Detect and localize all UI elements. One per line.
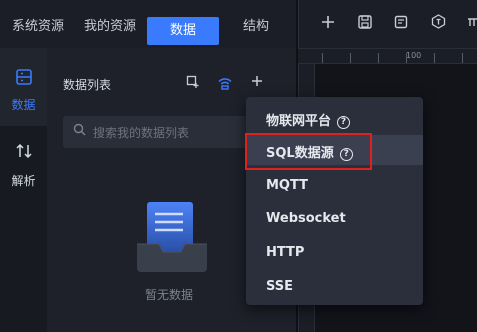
more-icon[interactable] <box>464 14 477 34</box>
sidebar-item-data[interactable]: 数据 <box>0 48 47 126</box>
menu-item-http[interactable]: HTTP <box>246 238 423 268</box>
menu-item-label: 物联网平台 <box>266 114 332 129</box>
help-icon[interactable]: ? <box>337 116 351 129</box>
tab-my-resources[interactable]: 我的资源 <box>84 15 136 35</box>
top-nav: 系统资源 我的资源 数据 结构 <box>0 0 296 48</box>
editor-toolbar <box>298 0 477 48</box>
plus-icon[interactable] <box>318 14 338 34</box>
menu-item-mqtt[interactable]: MQTT <box>246 171 423 201</box>
note-icon[interactable] <box>391 14 411 34</box>
save-icon[interactable] <box>355 14 375 34</box>
plus-icon[interactable] <box>249 75 265 91</box>
menu-item-iot-platform[interactable]: 物联网平台? <box>246 103 423 133</box>
highlight-box <box>245 133 372 170</box>
sidebar-item-label: 数据 <box>11 98 36 112</box>
data-source-menu: 物联网平台? SQL数据源? MQTT Websocket HTTP SSE <box>246 97 423 305</box>
tab-data[interactable]: 数据 <box>147 17 219 45</box>
empty-state-icon <box>135 200 209 274</box>
left-sidebar: 数据 解析 <box>0 48 47 332</box>
horizontal-ruler: 100 <box>298 48 477 64</box>
menu-item-label: SSE <box>266 279 294 294</box>
empty-state-text: 暂无数据 <box>145 288 194 302</box>
menu-item-sse[interactable]: SSE <box>246 272 423 302</box>
search-icon <box>73 123 86 140</box>
search-placeholder: 搜索我的数据列表 <box>93 126 190 140</box>
menu-item-websocket[interactable]: Websocket <box>246 204 423 234</box>
sidebar-item-label: 解析 <box>11 174 36 188</box>
sort-arrows-icon <box>0 142 47 166</box>
database-icon <box>0 68 47 92</box>
shape-icon[interactable] <box>428 14 448 34</box>
sidebar-item-parse[interactable]: 解析 <box>0 142 47 192</box>
ruler-label: 100 <box>406 51 422 60</box>
tab-system-resources[interactable]: 系统资源 <box>12 15 64 35</box>
menu-item-label: MQTT <box>266 178 309 193</box>
menu-item-label: Websocket <box>266 211 346 226</box>
panel-title: 数据列表 <box>63 78 112 92</box>
menu-item-label: HTTP <box>266 245 305 260</box>
add-to-canvas-icon[interactable] <box>185 75 201 91</box>
tab-structure[interactable]: 结构 <box>243 15 269 35</box>
wifi-icon[interactable] <box>217 75 233 91</box>
